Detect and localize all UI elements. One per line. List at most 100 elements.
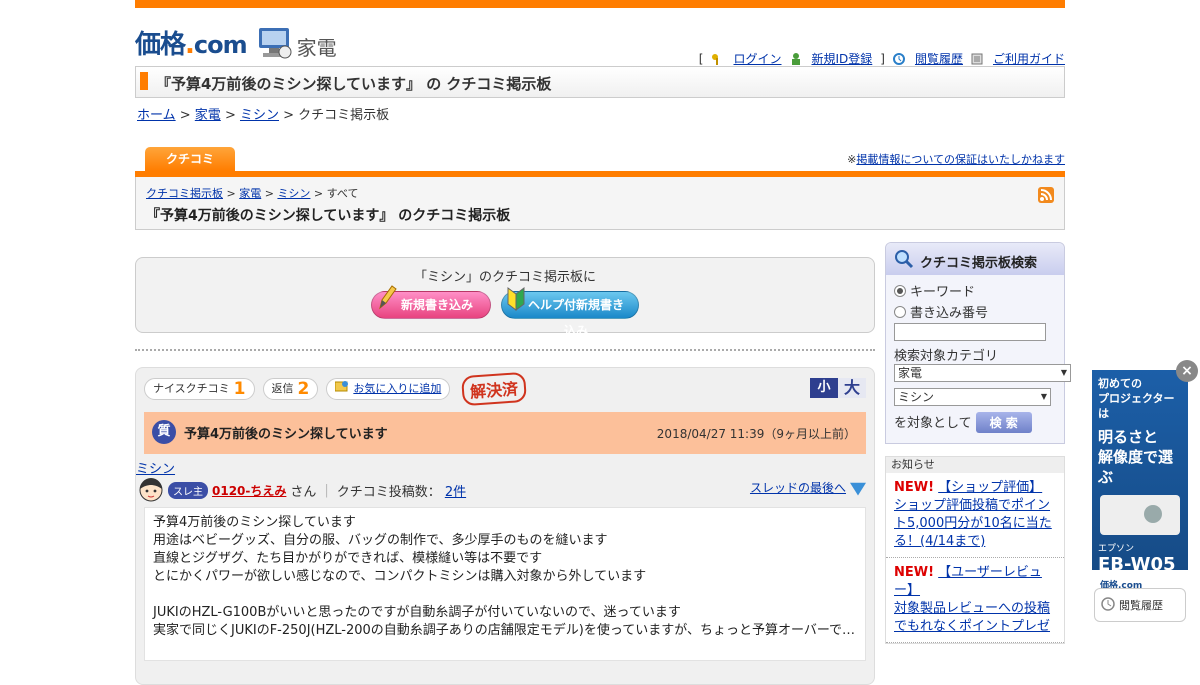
news-item: NEW! 【ショップ評価】 ショップ評価投稿でポイント5,000円分が10名に当… <box>886 473 1064 558</box>
font-size-small-button[interactable]: 小 <box>810 378 838 398</box>
search-box-body: キーワード 書き込み番号 検索対象カテゴリ 家電 ミシン を対象として検 索 <box>886 275 1071 443</box>
bbs-crumb-kaden[interactable]: 家電 <box>239 187 261 200</box>
post-line: 用途はベビーグッズ、自分の服、バッグの制作で、多少厚手のものを縫います <box>153 533 608 548</box>
author-name[interactable]: 0120-ちえみ <box>212 482 286 499</box>
register-link[interactable]: 新規ID登録 <box>812 50 873 67</box>
nice-count-pill: ナイスクチコミ 1 <box>144 378 255 400</box>
author-sep: | <box>324 482 329 498</box>
favorite-pill[interactable]: お気に入りに追加 <box>326 378 451 400</box>
search-input[interactable] <box>894 323 1046 341</box>
login-link[interactable]: ログイン <box>733 50 781 67</box>
font-size-large-button[interactable]: 大 <box>838 378 866 398</box>
category-label: 検索対象カテゴリ <box>894 349 999 364</box>
history-link[interactable]: 閲覧履歴 <box>915 50 963 67</box>
new-label: NEW! <box>894 480 935 495</box>
projector-ad[interactable]: 初めての プロジェクターは 明るさと 解像度で選ぶ エプソン EB-W05 価格… <box>1092 370 1188 592</box>
category-label: 家電 <box>296 36 337 60</box>
radio-number-label: 書き込み番号 <box>910 306 989 321</box>
thread-tools: ナイスクチコミ 1 返信 2 お気に入りに追加 解決済 <box>144 371 866 407</box>
arrow-down-icon <box>850 482 866 496</box>
tab-kuchikomi[interactable]: クチコミ <box>145 147 235 171</box>
help-post-button[interactable]: ヘルプ付新規書き込み <box>501 287 639 338</box>
history-icon <box>892 52 905 65</box>
search-box: クチコミ掲示板検索 キーワード 書き込み番号 検索対象カテゴリ 家電 ミシン を… <box>885 242 1071 444</box>
nav-open-bracket: [ <box>698 51 704 66</box>
page-wrapper: 価格.com 家電 [ ログイン 新規ID登録 ] 閲覧履歴 ご利用ガイド 『予… <box>135 0 1071 685</box>
disclaimer-link[interactable]: 掲載情報についての保証はいたしかねます <box>856 153 1065 166</box>
title-bar: 『予算4万前後のミシン探しています』 の クチコミ掲示板 <box>135 66 1065 98</box>
reply-count-pill: 返信 2 <box>262 378 319 400</box>
computer-icon <box>257 26 293 60</box>
help-post-label: ヘルプ付新規書き込み <box>528 298 625 338</box>
posts-count-link[interactable]: 2件 <box>445 481 466 500</box>
rss-icon[interactable] <box>1038 187 1054 203</box>
folder-star-icon <box>334 379 349 399</box>
news-text-link[interactable]: 対象製品レビューへの投稿でもれなくポイントプレゼ <box>894 601 1050 634</box>
person-add-icon <box>790 52 802 65</box>
new-post-label: 新規書き込み <box>400 298 473 312</box>
to-last-label[interactable]: スレッドの最後へ <box>750 479 846 496</box>
history-icon <box>1101 596 1115 614</box>
guide-link[interactable]: ご利用ガイド <box>993 50 1065 67</box>
post-line: JUKIのHZL-G100Bがいいと思ったのですが自動糸調子が付いていないので、… <box>153 605 681 620</box>
post-line: 直線とジグザグ、たち目かがりができれば、模様縫い等は不要です <box>153 551 543 566</box>
font-size-toggle: 小 大 <box>810 378 866 398</box>
key-icon <box>711 53 723 65</box>
author-suffix: さん <box>290 484 317 500</box>
solved-stamp: 解決済 <box>461 371 528 407</box>
news-box: お知らせ NEW! 【ショップ評価】 ショップ評価投稿でポイント5,000円分が… <box>885 456 1065 644</box>
question-date: 2018/04/27 11:39（9ヶ月以上前） <box>656 427 856 441</box>
search-target-suffix: を対象として <box>894 416 972 431</box>
category-select-1[interactable]: 家電 <box>894 364 1071 382</box>
reply-count: 2 <box>297 379 310 399</box>
category-select-2[interactable]: ミシン <box>894 388 1051 406</box>
post-body: 予算4万前後のミシン探しています 用途はベビーグッズ、自分の服、バッグの制作で、… <box>144 507 866 661</box>
question-icon: 質 <box>152 420 176 444</box>
category-link-row: ミシン <box>136 458 866 477</box>
breadcrumb-kaden[interactable]: 家電 <box>195 108 221 123</box>
post-line: とにかくパワーが欲しい感じなので、コンパクトミシンは購入対象から外しています <box>153 569 647 584</box>
search-box-title: クチコミ掲示板検索 <box>920 256 1038 271</box>
radio-number[interactable]: 書き込み番号 <box>894 302 1056 321</box>
radio-keyword-dot[interactable] <box>894 284 906 297</box>
owner-badge: スレ主 <box>168 481 208 499</box>
question-title: 予算4万前後のミシン探しています <box>184 427 388 442</box>
bbs-header: クチコミ掲示板 > 家電 > ミシン > すべて 『予算4万前後のミシン探してい… <box>135 177 1065 230</box>
tab-row: クチコミ ※掲載情報についての保証はいたしかねます <box>135 145 1065 171</box>
to-last-link[interactable]: スレッドの最後へ <box>750 479 866 496</box>
post-line <box>153 586 857 604</box>
thread-box: ナイスクチコミ 1 返信 2 お気に入りに追加 解決済 小 大 質 予算4万前後のミ… <box>135 367 875 685</box>
radio-keyword[interactable]: キーワード <box>894 281 1056 300</box>
nice-count: 1 <box>233 379 246 399</box>
search-box-header: クチコミ掲示板検索 <box>886 243 1064 275</box>
beginner-mark-icon <box>504 284 528 312</box>
news-text-link[interactable]: ショップ評価投稿でポイント5,000円分が10名に当たる！(4/14まで) <box>894 498 1052 549</box>
new-post-button[interactable]: 新規書き込み <box>371 285 491 319</box>
bbs-crumb-mishin[interactable]: ミシン <box>277 187 310 200</box>
history-floating-button[interactable]: 閲覧履歴 <box>1094 588 1186 622</box>
breadcrumb: ホーム > 家電 > ミシン > クチコミ掲示板 <box>135 104 1065 123</box>
bbs-title: 『予算4万前後のミシン探しています』 のクチコミ掲示板 <box>146 208 511 224</box>
ad-model: EB-W05 <box>1098 554 1176 575</box>
title-mark <box>140 72 148 90</box>
search-submit-row: を対象として検 索 <box>894 412 1056 433</box>
post-line: 実家で同じくJUKIのF-250J(HZL-200の自動糸調子ありの店舗限定モデ… <box>153 623 856 638</box>
breadcrumb-home[interactable]: ホーム <box>137 108 176 123</box>
bbs-crumb-bbs[interactable]: クチコミ掲示板 <box>146 187 223 200</box>
radio-number-dot[interactable] <box>894 305 906 318</box>
breadcrumb-mishin[interactable]: ミシン <box>240 108 279 123</box>
main-column: 「ミシン」のクチコミ掲示板に 新規書き込み ヘルプ付新規書き込み ナイスクチコミ… <box>135 257 875 685</box>
question-bar: 質 予算4万前後のミシン探しています 2018/04/27 11:39（9ヶ月以… <box>144 412 866 454</box>
guide-icon <box>971 53 983 65</box>
breadcrumb-sep: > <box>220 108 240 123</box>
favorite-link[interactable]: お気に入りに追加 <box>353 379 441 399</box>
category-link[interactable]: ミシン <box>136 462 175 477</box>
ad-close-button[interactable]: × <box>1176 360 1198 382</box>
search-icon <box>894 249 914 269</box>
new-label: NEW! <box>894 565 935 580</box>
news-header: お知らせ <box>886 457 1064 473</box>
nav-close-bracket: ] <box>880 51 885 66</box>
site-logo[interactable]: 価格.com 家電 <box>135 24 337 61</box>
news-title-link[interactable]: 【ショップ評価】 <box>938 480 1042 495</box>
search-button[interactable]: 検 索 <box>975 412 1032 433</box>
